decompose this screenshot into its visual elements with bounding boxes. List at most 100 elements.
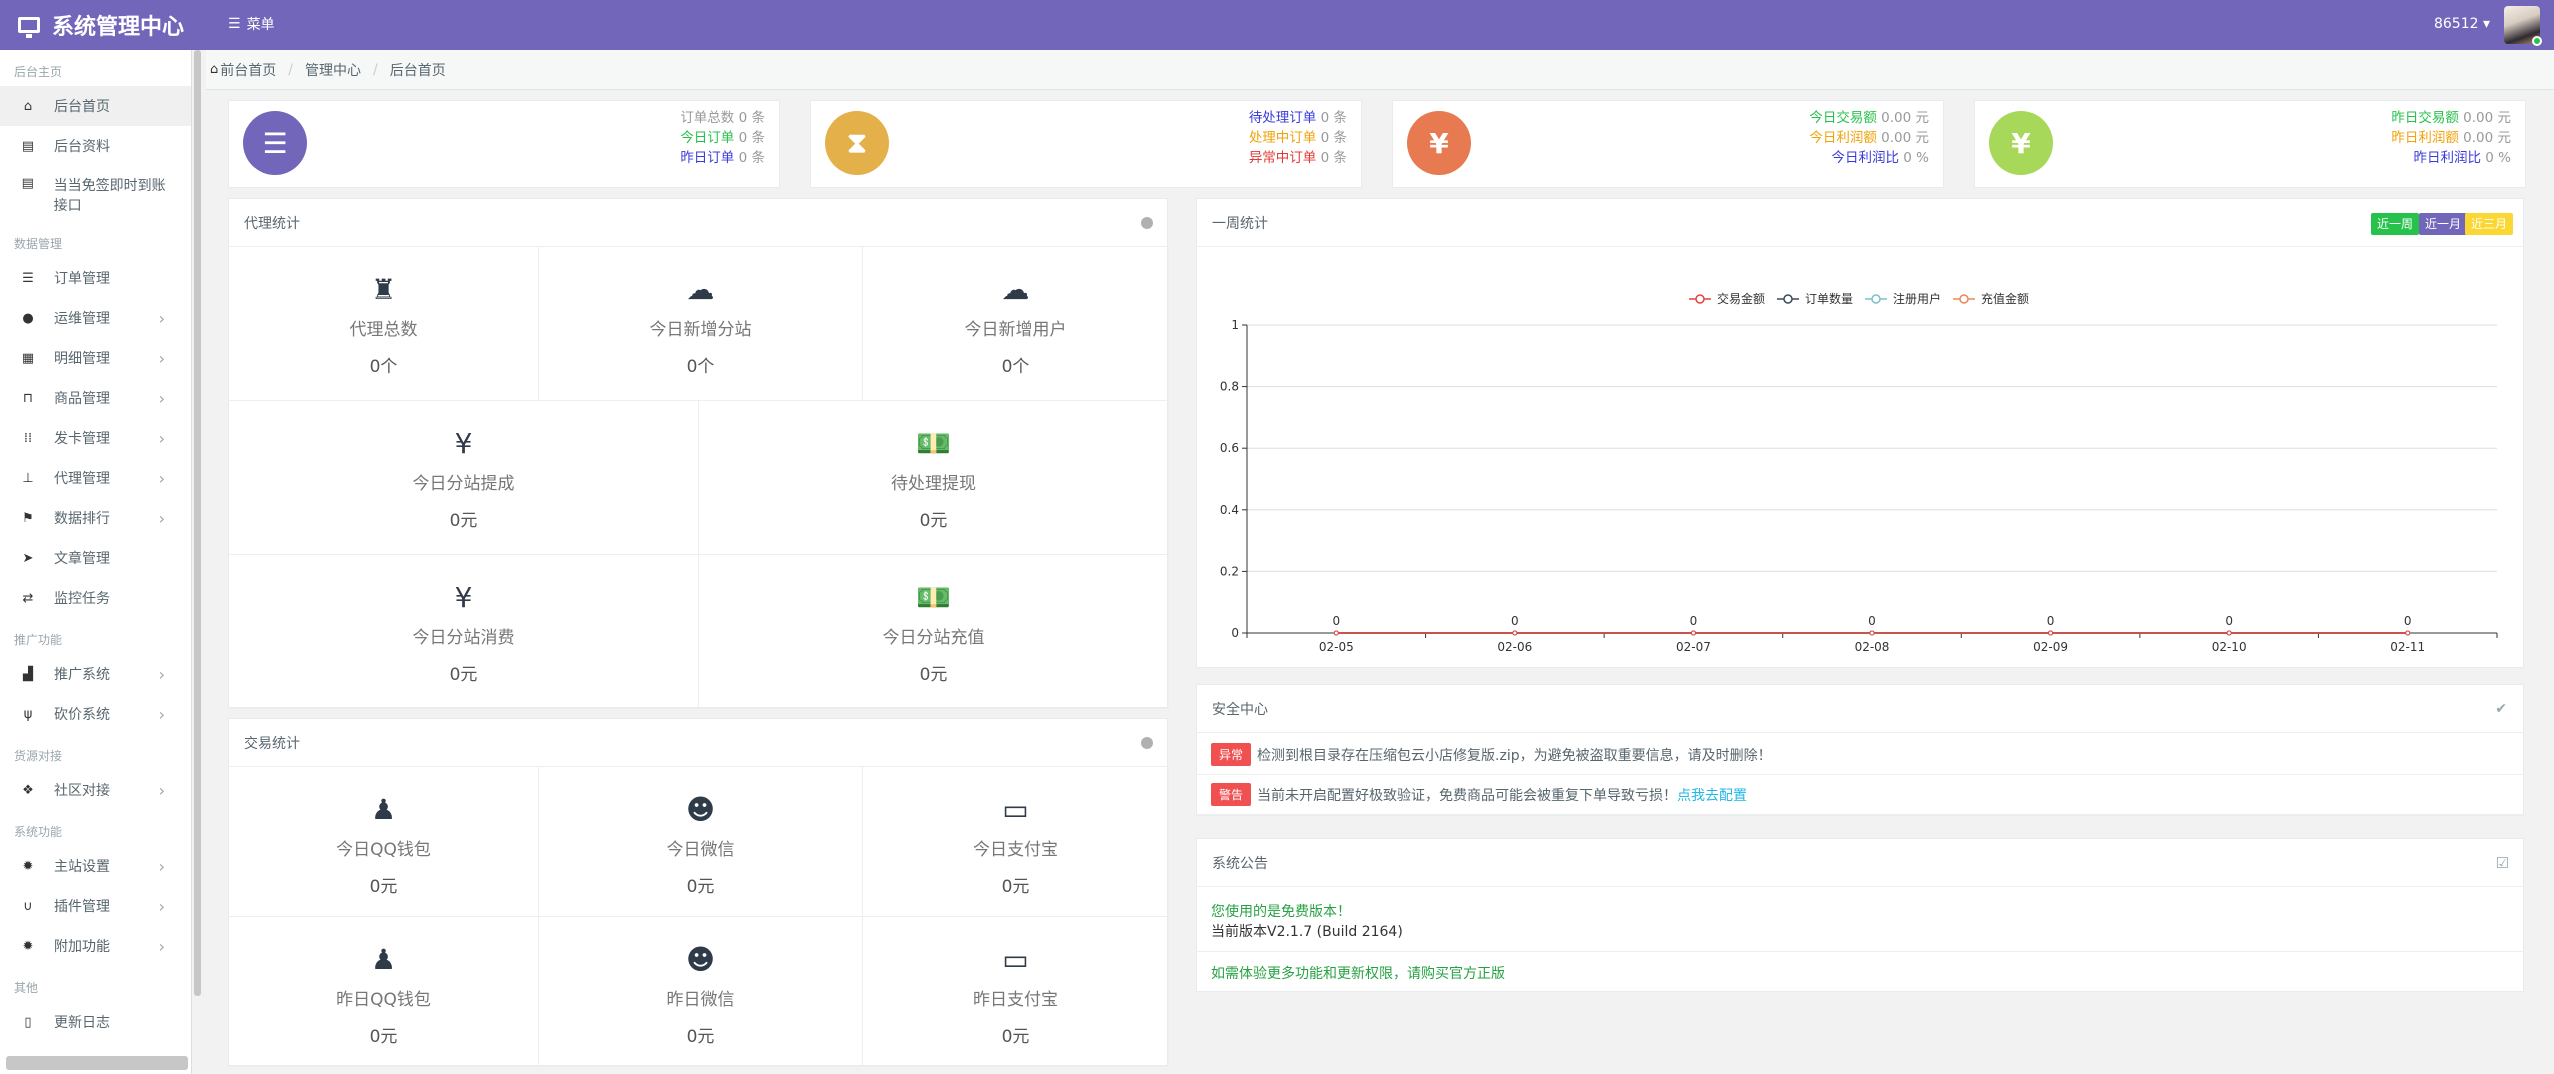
range-button[interactable]: 近三月 bbox=[2464, 213, 2513, 235]
stat-cell: ▭ 昨日支付宝 0元 bbox=[863, 917, 1169, 1067]
stat-card: ☰ 订单总数 0 条今日订单 0 条昨日订单 0 条 bbox=[228, 100, 780, 188]
sidebar-item[interactable]: ✹ 主站设置 › bbox=[0, 846, 191, 886]
legend-label[interactable]: 交易金额 bbox=[1717, 291, 1765, 306]
data-point[interactable] bbox=[2048, 630, 2054, 636]
sidebar-item[interactable]: ● 运维管理 › bbox=[0, 298, 191, 338]
sidebar-item[interactable]: ⇄ 监控任务 bbox=[0, 578, 191, 618]
list-icon: ☰ bbox=[228, 16, 241, 32]
stat-cell-label: 今日分站消费 bbox=[412, 628, 515, 648]
data-point[interactable] bbox=[1690, 630, 1696, 636]
sidebar-item[interactable]: ✹ 附加功能 › bbox=[0, 926, 191, 966]
stat-value: 0 % bbox=[2485, 150, 2511, 166]
sidebar-item[interactable]: ▦ 明细管理 › bbox=[0, 338, 191, 378]
legend-marker[interactable] bbox=[1959, 294, 1969, 304]
data-point[interactable] bbox=[2226, 630, 2232, 636]
data-point[interactable] bbox=[1512, 630, 1518, 636]
announcement-title: 系统公告 ☑ bbox=[1197, 839, 2523, 887]
sidebar-item[interactable]: ⌂ 后台首页 bbox=[0, 86, 191, 126]
sidebar-section-title: 其他 bbox=[14, 981, 39, 995]
legend-label[interactable]: 订单数量 bbox=[1805, 291, 1853, 306]
chevron-right-icon: › bbox=[158, 388, 165, 408]
data-point[interactable] bbox=[1333, 630, 1339, 636]
range-button[interactable]: 近一月 bbox=[2418, 213, 2467, 235]
sidebar-item[interactable]: ▤ 后台资料 bbox=[0, 126, 191, 166]
stat-cell-value: 0元 bbox=[686, 877, 715, 897]
check-icon: ✔ bbox=[2495, 700, 2507, 717]
x-tick-label: 02-10 bbox=[2212, 640, 2247, 654]
stat-value: 0 条 bbox=[1320, 130, 1347, 146]
data-label: 0 bbox=[2047, 614, 2055, 628]
sidebar-item[interactable]: ψ 砍价系统 › bbox=[0, 694, 191, 734]
configure-link[interactable]: 点我去配置 bbox=[1677, 785, 1747, 805]
agent-stats-panel: 代理统计 ♜ 代理总数 0个 ☁ 今日新增分站 0个 ☁ 今日新增用户 0个 ¥ 今日分站提成 0元 💵… bbox=[228, 198, 1169, 709]
sidebar-item-label: 附加功能 bbox=[54, 939, 110, 955]
user-dropdown[interactable]: 86512 ▾ bbox=[2434, 16, 2490, 32]
check-square-icon[interactable]: ☑ bbox=[2496, 854, 2509, 872]
alert-text: 检测到根目录存在压缩包云小店修复版.zip，为避免被盗取重要信息，请及时删除！ bbox=[1257, 747, 1772, 764]
x-tick-label: 02-09 bbox=[2033, 640, 2068, 654]
sidebar-item[interactable]: ☰ 订单管理 bbox=[0, 258, 191, 298]
sidebar-item[interactable]: ▤ 当当免签即时到账接口 bbox=[0, 166, 191, 222]
sidebar-item[interactable]: ▟ 推广系统 › bbox=[0, 654, 191, 694]
legend-marker[interactable] bbox=[1783, 294, 1793, 304]
calendar-icon: ▦ bbox=[21, 350, 35, 366]
legend-label[interactable]: 充值金额 bbox=[1981, 291, 2029, 306]
sidebar-item[interactable]: ▯ 更新日志 bbox=[0, 1002, 191, 1042]
sidebar-item[interactable]: ➤ 文章管理 bbox=[0, 538, 191, 578]
id-card-icon: ▤ bbox=[21, 176, 34, 191]
sidebar-item[interactable]: ∪ 插件管理 › bbox=[0, 886, 191, 926]
chevron-right-icon: › bbox=[158, 308, 165, 328]
breadcrumb-item[interactable]: 前台首页 bbox=[220, 60, 276, 80]
stat-cell: ▭ 今日支付宝 0元 bbox=[863, 767, 1169, 917]
magnet-icon: ∪ bbox=[23, 898, 33, 914]
legend-marker[interactable] bbox=[1695, 294, 1705, 304]
sidebar-horizontal-scrollbar[interactable] bbox=[6, 1056, 188, 1070]
sidebar-scrollbar[interactable] bbox=[194, 50, 201, 996]
avatar[interactable] bbox=[2504, 6, 2542, 46]
status-dot-icon bbox=[1141, 737, 1153, 749]
sidebar-item[interactable]: ❖ 社区对接 › bbox=[0, 770, 191, 810]
stat-value: 0 条 bbox=[1320, 150, 1347, 166]
announce-free-version: 您使用的是免费版本！ bbox=[1211, 904, 1351, 920]
legend-marker[interactable] bbox=[1871, 294, 1881, 304]
sidebar-item-label: 主站设置 bbox=[54, 859, 110, 875]
online-status-dot bbox=[2532, 36, 2542, 46]
agent-stats-title: 代理统计 bbox=[229, 199, 1167, 247]
range-button[interactable]: 近一周 bbox=[2370, 213, 2419, 235]
menu-toggle-button[interactable]: ☰ 菜单 bbox=[228, 14, 275, 34]
sidebar-item-label: 代理管理 bbox=[54, 471, 110, 487]
home-icon: ⌂ bbox=[23, 98, 33, 114]
x-tick-label: 02-05 bbox=[1319, 640, 1354, 654]
sidebar-item[interactable]: ⚑ 数据排行 › bbox=[0, 498, 191, 538]
sidebar-item-label: 更新日志 bbox=[54, 1015, 110, 1031]
chevron-right-icon: › bbox=[158, 856, 165, 876]
legend-label[interactable]: 注册用户 bbox=[1893, 291, 1941, 306]
sidebar-item[interactable]: ⊓ 商品管理 › bbox=[0, 378, 191, 418]
data-point[interactable] bbox=[1869, 630, 1875, 636]
stat-label: 昨日利润比 bbox=[2413, 150, 2481, 166]
stat-label: 订单总数 bbox=[680, 110, 735, 126]
desktop-icon bbox=[18, 17, 40, 38]
stat-label: 待处理订单 bbox=[1248, 110, 1317, 126]
brand[interactable]: 系统管理中心 bbox=[18, 0, 184, 50]
x-tick-label: 02-11 bbox=[2390, 640, 2425, 654]
sidebar: 后台主页 ⌂ 后台首页 ▤ 后台资料 ▤ 当当免签即时到账接口 数据管理 ☰ 订单管理 ● 运维管理 ›… bbox=[0, 50, 192, 1074]
data-label: 0 bbox=[2404, 614, 2412, 628]
trade-stats-title: 交易统计 bbox=[229, 719, 1167, 767]
stat-cell-label: 今日新增用户 bbox=[964, 320, 1067, 340]
sidebar-item[interactable]: ⁞⁞ 发卡管理 › bbox=[0, 418, 191, 458]
stat-lines: 今日交易额 0.00 元今日利润额 0.00 元今日利润比 0 % bbox=[1809, 108, 1929, 168]
cutlery-icon: ψ bbox=[23, 706, 33, 722]
stat-cell: 💵 待处理提现 0元 bbox=[699, 401, 1169, 555]
sidebar-item-label: 后台首页 bbox=[54, 99, 110, 115]
credit-card-icon: ▭ bbox=[1002, 943, 1029, 976]
flag-icon: ⚑ bbox=[22, 510, 34, 526]
data-point[interactable] bbox=[2405, 630, 2411, 636]
breadcrumb-item[interactable]: 管理中心 bbox=[305, 60, 361, 80]
file-icon: ▯ bbox=[24, 1014, 32, 1030]
sidebar-section-title: 货源对接 bbox=[14, 749, 63, 763]
sidebar-item[interactable]: ⊥ 代理管理 › bbox=[0, 458, 191, 498]
stat-cell-label: 今日分站提成 bbox=[412, 474, 515, 494]
stat-row: 昨日利润比 0 % bbox=[2391, 148, 2511, 168]
stat-cell-value: 0元 bbox=[1001, 1027, 1030, 1047]
